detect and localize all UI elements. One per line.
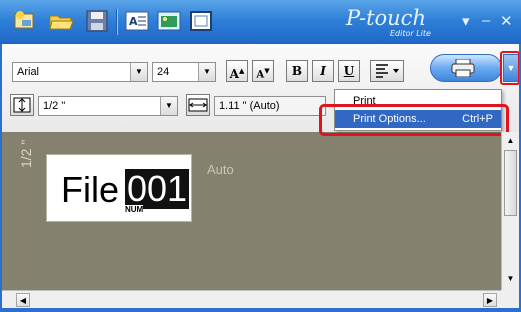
- label-length-icon: [186, 94, 210, 116]
- horizontal-scrollbar[interactable]: ◀ ▶: [0, 290, 501, 309]
- title-menu-dropdown-icon[interactable]: ▾: [462, 12, 470, 30]
- scroll-up-icon[interactable]: ▲: [504, 134, 517, 148]
- decrease-size-button[interactable]: A▼: [252, 60, 274, 82]
- font-size-combo[interactable]: 24 ▼: [152, 62, 216, 82]
- minimize-button[interactable]: –: [482, 12, 490, 29]
- title-bar: A P-touch Editor Lite ▾ – ✕: [0, 0, 521, 44]
- label-length-field[interactable]: 1.11 " (Auto): [214, 96, 326, 116]
- scroll-left-icon[interactable]: ◀: [16, 293, 30, 307]
- text-icon[interactable]: A: [124, 8, 150, 34]
- print-button[interactable]: [430, 54, 502, 82]
- tape-width-combo[interactable]: 1/2 " ▼: [38, 96, 178, 116]
- font-size-value: 24: [157, 66, 170, 78]
- bold-button[interactable]: B: [286, 60, 308, 82]
- scroll-right-icon[interactable]: ▶: [483, 293, 497, 307]
- window-frame-bottom: [0, 308, 521, 312]
- underline-button[interactable]: U: [338, 60, 360, 82]
- tape-width-value: 1/2 ": [43, 100, 66, 112]
- svg-text:A: A: [129, 15, 138, 28]
- label-preview[interactable]: File 001 NUM: [46, 154, 192, 222]
- chevron-down-icon[interactable]: ▼: [130, 63, 147, 81]
- scroll-down-icon[interactable]: ▼: [504, 272, 517, 286]
- image-icon[interactable]: [156, 8, 182, 34]
- tape-size-label: 1/2 ": [18, 139, 34, 168]
- italic-button[interactable]: I: [312, 60, 334, 82]
- font-name-combo[interactable]: Arial ▼: [12, 62, 148, 82]
- label-length-value: 1.11 " (Auto): [219, 100, 280, 112]
- frame-icon[interactable]: [188, 8, 214, 34]
- open-folder-icon[interactable]: [48, 8, 74, 34]
- vertical-scrollbar[interactable]: ▲ ▼: [501, 132, 520, 290]
- increase-size-button[interactable]: A▲: [226, 60, 248, 82]
- numbering-tag: NUM: [125, 205, 144, 214]
- vertical-scroll-thumb[interactable]: [504, 150, 517, 216]
- app-window: A P-touch Editor Lite ▾ – ✕ Arial ▼ 24 ▼…: [0, 0, 521, 312]
- window-frame-left: [0, 44, 2, 312]
- highlight-print-options-box: [319, 104, 509, 136]
- resize-grip-icon[interactable]: [501, 290, 519, 308]
- chevron-down-icon[interactable]: ▼: [160, 97, 177, 115]
- label-text[interactable]: File: [61, 169, 119, 211]
- toolbar-separator: [116, 9, 118, 35]
- close-button[interactable]: ✕: [500, 12, 513, 30]
- new-label-icon[interactable]: [12, 8, 38, 34]
- numbering-field[interactable]: 001 NUM: [125, 165, 190, 214]
- font-name-value: Arial: [17, 66, 40, 78]
- app-logo: P-touch Editor Lite: [346, 6, 431, 38]
- tape-width-icon: [10, 94, 34, 116]
- number-value: 001: [125, 168, 190, 209]
- highlight-dropdown-box: [500, 51, 520, 85]
- align-icon[interactable]: [370, 60, 404, 82]
- chevron-down-icon[interactable]: ▼: [198, 63, 215, 81]
- printer-icon: [451, 59, 475, 77]
- save-icon[interactable]: [84, 8, 110, 34]
- auto-length-label: Auto: [207, 162, 234, 177]
